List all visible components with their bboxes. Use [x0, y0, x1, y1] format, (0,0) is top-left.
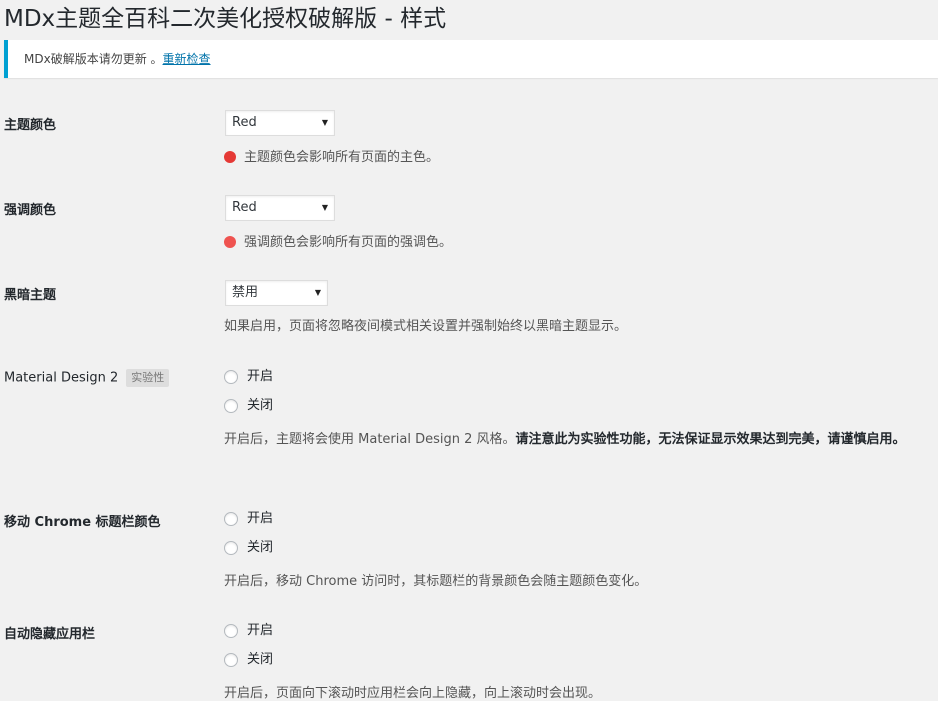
- autohide-bar-label: 自动隐藏应用栏: [4, 627, 96, 642]
- page-title: MDx主题全百科二次美化授权破解版 - 样式: [4, 6, 447, 32]
- autohide-bar-option-off-label: 关闭: [247, 652, 274, 667]
- theme-color-label: 主题颜色: [4, 118, 57, 133]
- dark-theme-select-value: 禁用: [232, 285, 259, 300]
- radio-button-icon[interactable]: [224, 370, 238, 384]
- accent-color-desc-text: 强调颜色会影响所有页面的强调色。: [244, 235, 453, 250]
- accent-color-select[interactable]: Red ▼: [225, 195, 335, 221]
- theme-color-desc-text: 主题颜色会影响所有页面的主色。: [244, 150, 440, 165]
- accent-color-desc: 强调颜色会影响所有页面的强调色。: [224, 231, 452, 250]
- radio-button-icon[interactable]: [224, 512, 238, 526]
- autohide-bar-option-on-label: 开启: [247, 623, 274, 638]
- experimental-badge: 实验性: [126, 369, 170, 387]
- accent-color-swatch: [224, 236, 236, 248]
- md2-option-off[interactable]: 关闭: [224, 398, 273, 414]
- chrome-color-option-on-label: 开启: [247, 511, 274, 526]
- autohide-bar-option-on[interactable]: 开启: [224, 623, 273, 639]
- chrome-color-option-off[interactable]: 关闭: [224, 540, 273, 556]
- md2-desc-text: 开启后，主题将会使用 Material Design 2 风格。: [224, 432, 516, 447]
- md2-label: Material Design 2 实验性: [4, 369, 170, 387]
- chrome-color-desc: 开启后，移动 Chrome 访问时，其标题栏的背景颜色会随主题颜色变化。: [224, 574, 648, 589]
- notice-text: MDx破解版本请勿更新 。: [24, 52, 163, 66]
- chevron-down-icon: ▼: [321, 203, 328, 212]
- dark-theme-desc: 如果启用，页面将忽略夜间模式相关设置并强制始终以黑暗主题显示。: [224, 319, 628, 334]
- notice-banner: MDx破解版本请勿更新 。重新检查: [4, 40, 938, 78]
- chrome-color-label: 移动 Chrome 标题栏颜色: [4, 515, 161, 530]
- chrome-color-option-off-label: 关闭: [247, 540, 274, 555]
- md2-desc: 开启后，主题将会使用 Material Design 2 风格。请注意此为实验性…: [224, 428, 906, 447]
- md2-label-text: Material Design 2: [4, 370, 119, 386]
- dark-theme-label: 黑暗主题: [4, 288, 57, 303]
- theme-color-desc: 主题颜色会影响所有页面的主色。: [224, 146, 439, 165]
- chevron-down-icon: ▼: [314, 288, 321, 297]
- recheck-link[interactable]: 重新检查: [163, 52, 211, 66]
- md2-option-off-label: 关闭: [247, 398, 274, 413]
- radio-button-icon[interactable]: [224, 653, 238, 667]
- chrome-color-option-on[interactable]: 开启: [224, 511, 273, 527]
- theme-color-select-value: Red: [232, 115, 257, 130]
- md2-option-on[interactable]: 开启: [224, 369, 273, 385]
- theme-color-select[interactable]: Red ▼: [225, 110, 335, 136]
- autohide-bar-desc: 开启后，页面向下滚动时应用栏会向上隐藏，向上滚动时会出现。: [224, 686, 602, 701]
- radio-button-icon[interactable]: [224, 624, 238, 638]
- md2-option-on-label: 开启: [247, 369, 274, 384]
- autohide-bar-option-off[interactable]: 关闭: [224, 652, 273, 668]
- accent-color-label: 强调颜色: [4, 203, 57, 218]
- md2-desc-warning: 请注意此为实验性功能，无法保证显示效果达到完美，请谨慎启用。: [515, 432, 906, 447]
- dark-theme-select[interactable]: 禁用 ▼: [225, 280, 328, 306]
- radio-button-icon[interactable]: [224, 541, 238, 555]
- radio-button-icon[interactable]: [224, 399, 238, 413]
- chevron-down-icon: ▼: [321, 118, 328, 127]
- accent-color-select-value: Red: [232, 200, 257, 215]
- theme-color-swatch: [224, 151, 236, 163]
